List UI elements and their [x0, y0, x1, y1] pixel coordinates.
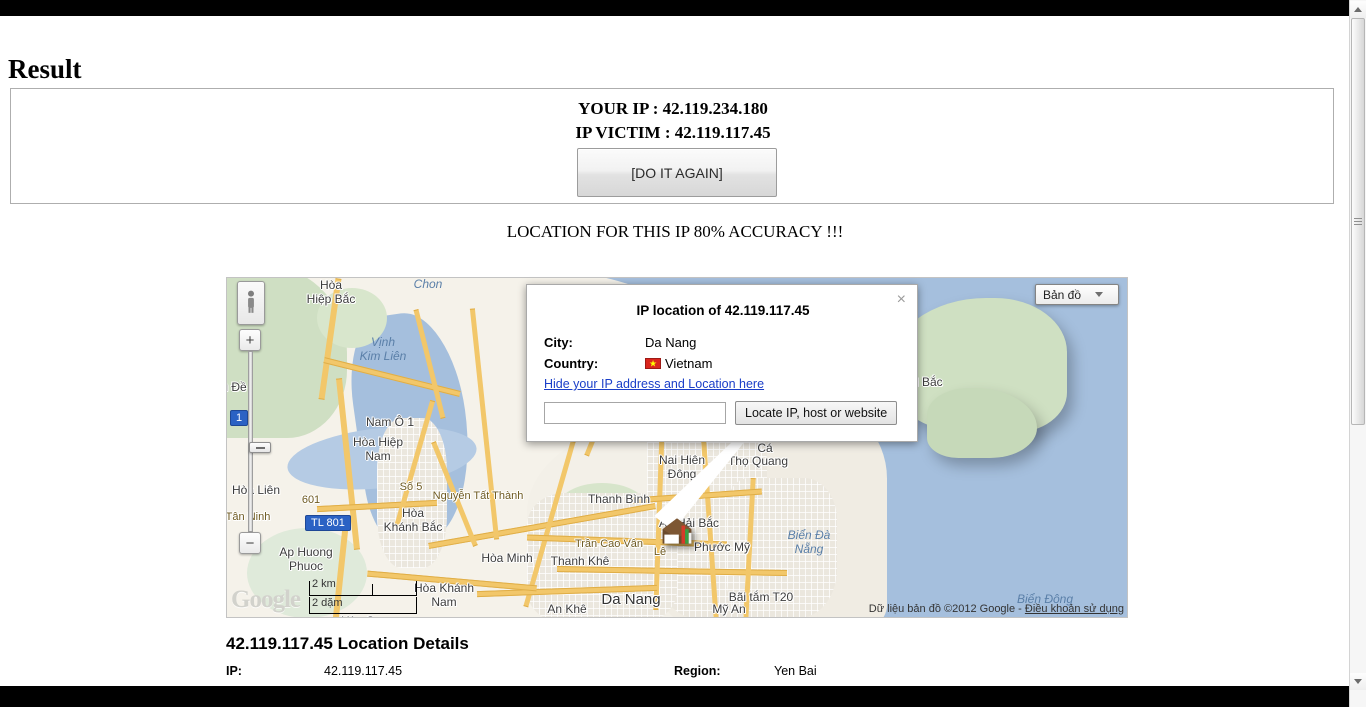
zoom-control[interactable]: + −	[239, 329, 271, 554]
scrollbar-grip-icon	[1354, 218, 1362, 225]
map-label: Hòa Minh	[481, 551, 533, 565]
zoom-out-button[interactable]: −	[239, 532, 261, 554]
map-label: Hòa Khánh Nam	[413, 581, 475, 609]
map-label: Bãi tắm T20	[728, 590, 794, 604]
top-black-bar	[0, 0, 1366, 16]
map-label: Chon	[413, 277, 443, 291]
location-marker-icon[interactable]	[659, 513, 695, 549]
hide-ip-link[interactable]: Hide your IP address and Location here	[544, 377, 764, 391]
scale-mi-label: 2 dặm	[312, 597, 343, 609]
country-value: Vietnam	[665, 356, 713, 371]
city-label: City:	[544, 335, 573, 350]
result-box: YOUR IP : 42.119.234.180 IP VICTIM : 42.…	[10, 88, 1334, 204]
flag-star-glyph: ★	[648, 357, 658, 368]
attribution-text: Dữ liệu bản đồ ©2012 Google -	[868, 603, 1025, 615]
zoom-in-button[interactable]: +	[239, 329, 261, 351]
map-type-button[interactable]: Bản đồ	[1035, 284, 1119, 305]
infowindow-title: IP location of 42.119.117.45	[636, 303, 810, 318]
zoom-slider-thumb[interactable]	[249, 442, 271, 453]
city-value: Da Nang	[645, 335, 697, 350]
country-value-wrap: ★ Vietnam	[645, 356, 712, 371]
vertical-scrollbar[interactable]	[1349, 0, 1366, 707]
pegman-icon	[248, 290, 254, 313]
detail-region-value: Yen Bai	[774, 664, 817, 678]
your-ip-line: YOUR IP : 42.119.234.180	[578, 99, 768, 118]
scroll-down-arrow-icon[interactable]	[1350, 673, 1366, 690]
road-shield: TL 801	[305, 515, 351, 531]
chevron-down-icon	[1095, 292, 1104, 297]
map-label: 601	[301, 494, 321, 506]
map-label: Mỹ An	[712, 602, 746, 616]
location-details-title: 42.119.117.45 Location Details	[226, 634, 469, 653]
ip-location-infowindow[interactable]: × IP location of 42.119.117.45 City: Da …	[526, 284, 918, 442]
page-title: Result	[8, 54, 82, 85]
map-label: Số 5	[399, 481, 423, 493]
scrollbar-thumb[interactable]	[1351, 18, 1365, 425]
do-it-again-button[interactable]: [DO IT AGAIN]	[577, 148, 777, 197]
google-logo: Google	[231, 586, 301, 613]
detail-ip-value: 42.119.117.45	[324, 664, 403, 678]
terms-of-use-link[interactable]: Điều khoản sử dụng	[1025, 603, 1124, 615]
map-label: Da Nang	[601, 591, 661, 608]
map-label: Hòa Hiệp Nam	[352, 435, 404, 463]
street-view-pegman-button[interactable]	[237, 281, 265, 325]
vietnam-flag-icon: ★	[645, 358, 661, 369]
ip-victim-line: IP VICTIM : 42.119.117.45	[575, 123, 771, 142]
scale-km-label: 2 km	[312, 578, 336, 590]
map-label: Hòa Khánh Bắc	[383, 506, 443, 534]
locate-ip-button[interactable]: Locate IP, host or website	[735, 401, 898, 425]
country-label: Country:	[544, 356, 599, 371]
ip-search-input[interactable]	[544, 402, 726, 424]
map-label: Ap Huong Phuoc	[279, 545, 333, 573]
map-scale-bar: 2 km 2 dặm	[309, 578, 417, 614]
map-label: Nguyễn Tất Thành	[432, 490, 524, 502]
map-label: Phước Mỹ	[694, 540, 750, 554]
detail-ip-label: IP:	[226, 664, 242, 678]
browser-page: Result YOUR IP : 42.119.234.180 IP VICTI…	[0, 0, 1366, 707]
map-type-label: Bản đồ	[1043, 287, 1082, 302]
map-label: Trần Cao Vân	[574, 538, 644, 550]
map-label: Nam Ô 1	[365, 415, 415, 429]
map-label: Hòa Hiệp Bắc	[306, 278, 356, 306]
ip-lines: YOUR IP : 42.119.234.180 IP VICTIM : 42.…	[11, 97, 1335, 145]
map-label: Hòa Sơn	[341, 614, 389, 617]
map-label: Thanh Khê	[550, 554, 610, 568]
bottom-black-bar	[0, 686, 1366, 707]
map-label: An Khê	[547, 602, 587, 616]
map-label: Biển Đà Nẵng	[787, 528, 831, 556]
map-label: Thanh Bình	[587, 492, 651, 506]
map-attribution: Dữ liệu bản đồ ©2012 Google - Điều khoản…	[869, 603, 1124, 615]
detail-region-label: Region:	[674, 664, 721, 678]
zoom-slider-track[interactable]	[248, 351, 271, 532]
accuracy-text: LOCATION FOR THIS IP 80% ACCURACY !!!	[506, 222, 844, 241]
map-label: Vịnh Kim Liên	[359, 335, 407, 363]
scroll-up-arrow-icon[interactable]	[1350, 1, 1366, 18]
